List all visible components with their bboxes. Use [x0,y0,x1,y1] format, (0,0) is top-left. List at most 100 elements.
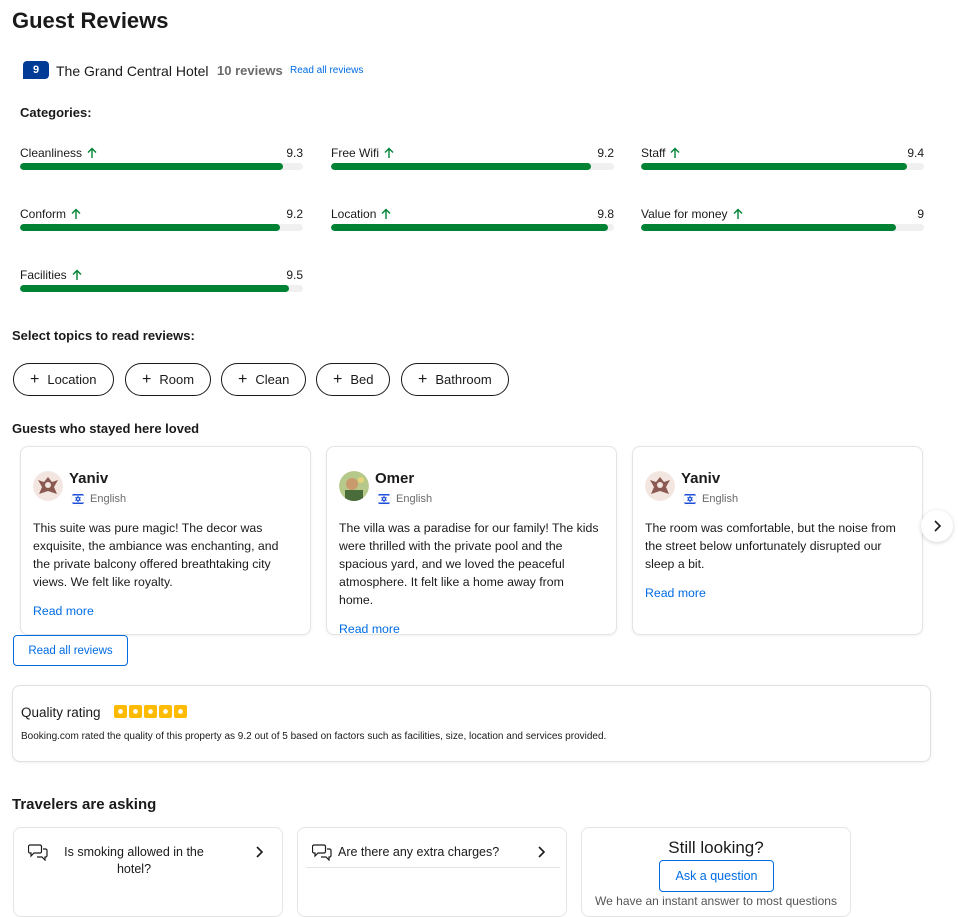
review-text: The room was comfortable, but the noise … [645,521,896,571]
reviewer-name: Omer [375,470,415,487]
score-bar-fill [331,163,592,170]
star-icon [159,705,172,718]
read-more-link[interactable]: Read more [33,604,94,618]
carousel-next-button[interactable] [921,510,953,542]
question-text: Is smoking allowed in the hotel? [64,845,204,876]
read-all-reviews-link[interactable]: Read all reviews [290,65,363,76]
chip-label: Bathroom [435,372,492,387]
arrow-up-icon [384,147,394,158]
score-bar [20,163,303,170]
category-score: 9.2 [286,207,303,221]
chevron-right-icon [934,520,942,532]
score-bar-fill [641,224,896,231]
category-label: Facilities [20,268,67,282]
review-language: English [702,493,739,505]
question-card[interactable]: Is smoking allowed in the hotel? [13,827,283,917]
quality-description: Booking.com rated the quality of this pr… [21,731,607,742]
arrow-up-icon [670,147,680,158]
quality-rating-box: Quality rating Booking.com rated the qua… [12,685,931,762]
category-score: 9.3 [286,146,303,160]
read-more-link[interactable]: Read more [339,622,400,634]
still-looking-title: Still looking? [668,838,764,857]
category-staff: Staff 9.4 [641,146,924,186]
reviewer-name: Yaniv [69,470,109,487]
category-label: Free Wifi [331,146,379,160]
review-card: Yaniv English The room was comfortable, … [632,446,923,635]
plus-icon: + [142,370,152,388]
score-bar-fill [20,163,284,170]
chevron-right-icon [256,846,264,858]
chat-bubbles-icon [312,844,332,861]
score-bar [331,224,614,231]
instant-answer-text: We have an instant answer to most questi… [595,894,837,908]
question-card[interactable]: Are there any extra charges? [297,827,567,917]
quality-title: Quality rating [21,705,101,720]
topic-chip-location[interactable]: + Location [13,363,114,396]
chip-label: Bed [350,372,374,387]
plus-icon: + [30,370,40,388]
review-text: The villa was a paradise for our family!… [339,521,599,607]
category-conform: Conform 9.2 [20,207,303,247]
israel-flag-icon [377,492,391,506]
category-label: Conform [20,207,67,221]
hotel-name: The Grand Central Hotel [56,63,209,79]
avatar [33,471,63,501]
category-location: Location 9.8 [331,207,614,247]
plus-icon: + [418,370,428,388]
star-icon [144,705,157,718]
category-score: 9 [917,207,924,221]
score-bar [641,224,924,231]
score-badge: 9 [23,61,49,79]
category-label: Value for money [641,207,728,221]
avatar [339,471,369,501]
topic-chip-room[interactable]: + Room [125,363,212,396]
arrow-up-icon [381,208,391,219]
question-text: Are there any extra charges? [338,845,500,859]
category-score: 9.2 [597,146,614,160]
still-looking-card: Still looking? Ask a question We have an… [581,827,851,917]
arrow-up-icon [71,208,81,219]
category-value-for-money: Value for money 9 [641,207,924,247]
arrow-up-icon [733,208,742,219]
score-bar-fill [20,224,281,231]
chat-bubbles-icon [28,844,48,861]
category-score: 9.8 [597,207,614,221]
topic-chip-clean[interactable]: + Clean [221,363,307,396]
read-more-link[interactable]: Read more [645,586,706,600]
topic-chip-bathroom[interactable]: + Bathroom [401,363,509,396]
category-facilities: Facilities 9.5 [20,268,303,308]
category-free-wifi: Free Wifi 9.2 [331,146,614,186]
plus-icon: + [238,370,248,388]
star-icon [114,705,127,718]
category-label: Staff [641,146,666,160]
loved-heading: Guests who stayed here loved [12,421,200,436]
score-bar [20,285,303,292]
topics-heading: Select topics to read reviews: [12,328,195,343]
review-language: English [396,493,433,505]
star-icon [174,705,187,718]
israel-flag-icon [71,492,85,506]
categories-heading: Categories: [20,105,92,120]
star-icon [129,705,142,718]
review-language: English [90,493,127,505]
chip-label: Room [159,372,195,387]
category-label: Location [331,207,377,221]
arrow-up-icon [72,269,82,280]
ask-question-button[interactable]: Ask a question [659,860,774,892]
chevron-right-icon [538,846,546,858]
israel-flag-icon [683,492,697,506]
category-cleanliness: Cleanliness 9.3 [20,146,303,186]
travelers-heading: Travelers are asking [12,796,157,813]
score-bar-fill [331,224,609,231]
score-bar [20,224,303,231]
topic-chip-bed[interactable]: + Bed [316,363,391,396]
plus-icon: + [333,370,343,388]
review-count: 10 reviews [217,63,283,78]
star-rating [114,705,187,718]
page-title: Guest Reviews [12,8,169,33]
divider [306,867,560,868]
read-all-reviews-button[interactable]: Read all reviews [13,635,128,666]
arrow-up-icon [87,147,97,158]
chip-label: Clean [255,372,290,387]
score-bar [641,163,924,170]
